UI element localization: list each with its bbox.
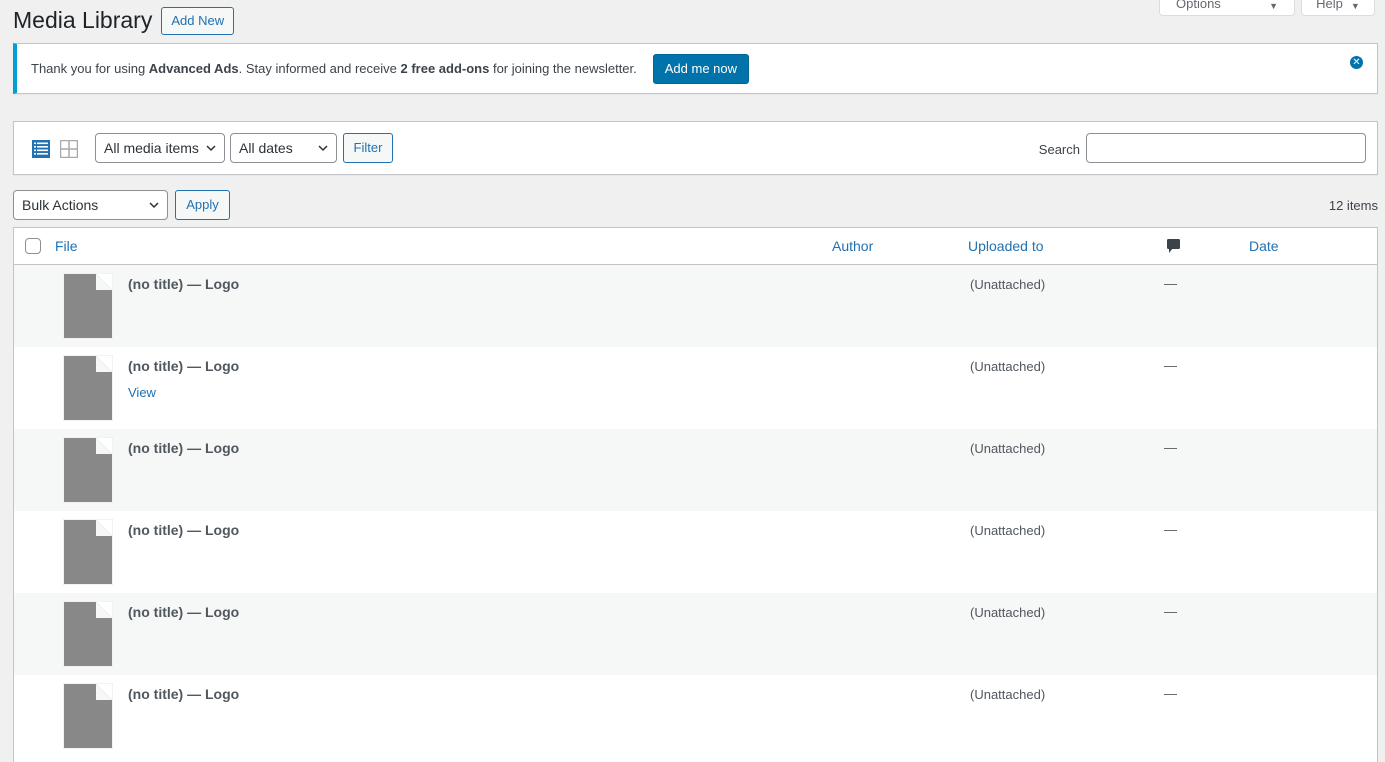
media-type-select[interactable]: All media items [95, 133, 225, 163]
search-label: Search [1038, 142, 1080, 157]
view-action-link[interactable]: View [128, 385, 156, 400]
list-view-icon[interactable] [32, 140, 50, 158]
table-row: (no title) — Logo (Unattached) — [14, 429, 1377, 511]
comment-bubble-icon[interactable] [1167, 239, 1180, 254]
chevron-down-icon [318, 145, 328, 152]
caret-down-icon: ▼ [1350, 1, 1360, 11]
add-me-now-button[interactable]: Add me now [652, 53, 750, 84]
search-input[interactable] [1086, 133, 1366, 163]
uploaded-to-value: (Unattached) [970, 441, 1046, 456]
table-row: (no title) — Logo (Unattached) — [14, 593, 1377, 675]
select-all-checkbox[interactable] [25, 238, 41, 254]
bulk-actions-select[interactable]: Bulk Actions [13, 190, 168, 220]
table-header: File Author Uploaded to Date [14, 228, 1377, 265]
file-title-link[interactable]: (no title) — Logo [128, 604, 239, 620]
uploaded-to-value: (Unattached) [970, 359, 1046, 374]
screen-options-button[interactable]: Screen Options ▼ [1159, 0, 1295, 16]
document-thumbnail-icon[interactable] [63, 519, 113, 585]
dismiss-notice-icon[interactable]: ✕ [1350, 56, 1363, 69]
uploaded-to-value: (Unattached) [970, 605, 1046, 620]
comments-count: — [1164, 604, 1177, 619]
date-select[interactable]: All dates [230, 133, 337, 163]
add-new-button[interactable]: Add New [161, 7, 235, 35]
comments-count: — [1164, 686, 1177, 701]
document-thumbnail-icon[interactable] [63, 683, 113, 749]
document-thumbnail-icon[interactable] [63, 437, 113, 503]
help-label: Help [1316, 0, 1343, 11]
media-filter-bar: All media items All dates Filter Search [13, 121, 1378, 175]
column-file[interactable]: File [55, 238, 78, 254]
file-title-link[interactable]: (no title) — Logo [128, 440, 239, 456]
filter-button[interactable]: Filter [343, 133, 393, 163]
file-title-link[interactable]: (no title) — Logo [128, 358, 239, 374]
uploaded-to-value: (Unattached) [970, 277, 1046, 292]
items-count: 12 items [1328, 198, 1378, 213]
column-uploaded-to[interactable]: Uploaded to [968, 238, 1044, 254]
help-button[interactable]: Help ▼ [1301, 0, 1375, 16]
screen-meta-links: Screen Options ▼ Help ▼ [1159, 0, 1375, 16]
table-row: (no title) — Logo View (Unattached) — [14, 347, 1377, 429]
comments-count: — [1164, 358, 1177, 373]
table-row: (no title) — Logo (Unattached) — [14, 675, 1377, 757]
caret-down-icon: ▼ [1269, 1, 1278, 11]
bulk-actions-selected: Bulk Actions [22, 197, 99, 213]
comments-count: — [1164, 276, 1177, 291]
newsletter-notice: Thank you for using Advanced Ads. Stay i… [13, 43, 1378, 94]
file-title-link[interactable]: (no title) — Logo [128, 276, 239, 292]
page-header: Media Library Add New [13, 6, 235, 35]
media-type-selected: All media items [104, 140, 199, 156]
notice-text: Thank you for using Advanced Ads. Stay i… [31, 61, 637, 76]
column-date[interactable]: Date [1249, 238, 1279, 254]
file-title-link[interactable]: (no title) — Logo [128, 522, 239, 538]
media-table: File Author Uploaded to Date (no title) … [13, 227, 1378, 762]
uploaded-to-value: (Unattached) [970, 523, 1046, 538]
file-title-link[interactable]: (no title) — Logo [128, 686, 239, 702]
table-row: (no title) — Logo (Unattached) — [14, 511, 1377, 593]
screen-options-label: Screen Options [1176, 0, 1221, 11]
table-body: (no title) — Logo (Unattached) — (no tit… [14, 265, 1377, 757]
grid-view-icon[interactable] [60, 140, 78, 158]
chevron-down-icon [206, 145, 216, 152]
column-author[interactable]: Author [832, 238, 873, 254]
document-thumbnail-icon[interactable] [63, 273, 113, 339]
document-thumbnail-icon[interactable] [63, 355, 113, 421]
chevron-down-icon [149, 202, 159, 209]
document-thumbnail-icon[interactable] [63, 601, 113, 667]
apply-button[interactable]: Apply [175, 190, 230, 220]
table-row: (no title) — Logo (Unattached) — [14, 265, 1377, 347]
uploaded-to-value: (Unattached) [970, 687, 1046, 702]
page-title: Media Library [13, 7, 153, 33]
comments-count: — [1164, 522, 1177, 537]
comments-count: — [1164, 440, 1177, 455]
date-selected: All dates [239, 140, 293, 156]
